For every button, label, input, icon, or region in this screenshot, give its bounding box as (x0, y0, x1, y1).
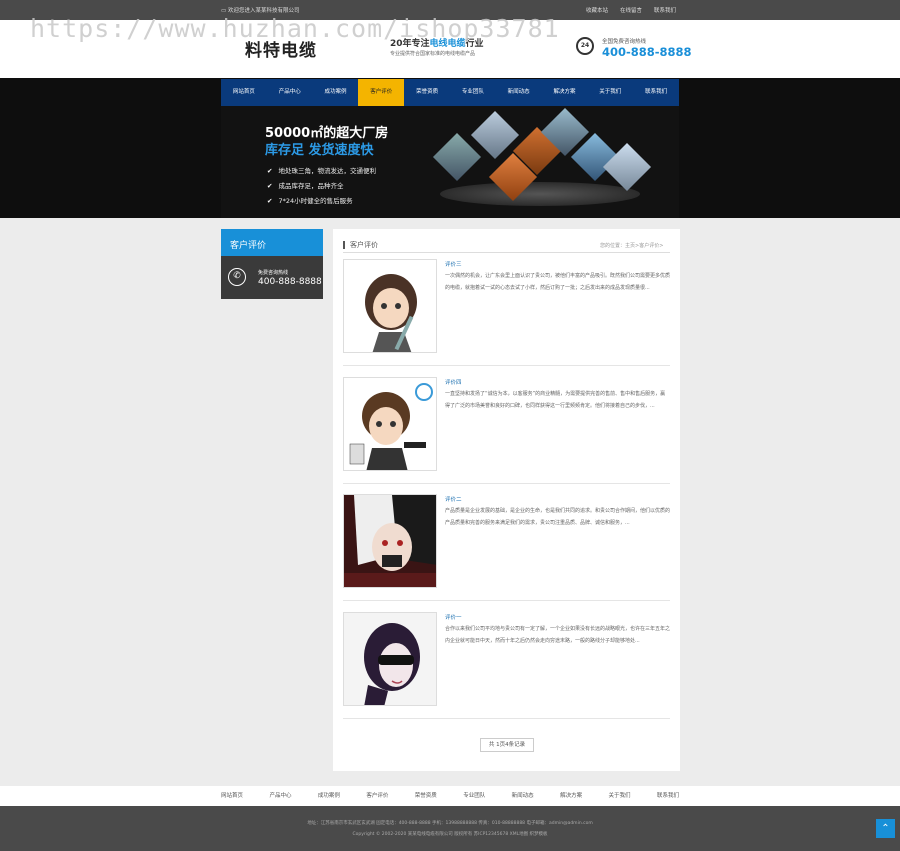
review-image[interactable] (343, 612, 437, 706)
footer-copyright: Copyright © 2002-2020 某某电线电缆有限公司 版权所有 苏I… (352, 832, 548, 837)
banner-platform (440, 182, 640, 206)
divider (343, 600, 670, 601)
review-excerpt: 合作以来我们公司平均地与贵公司有一定了解，一个企业如果没有长远的战略眼光，也许在… (445, 626, 671, 644)
banner-subtitle: 库存足 发货速度快 (265, 143, 374, 158)
nav-item-solutions[interactable]: 解决方案 (542, 79, 588, 106)
footer-link[interactable]: 网站首页 (221, 786, 243, 806)
hotline-label: 全国免费咨询热线 (602, 39, 647, 45)
main-nav: 网站首页 产品中心 成功案例 客户评价 荣誉资质 专业团队 新闻动态 解决方案 … (221, 79, 679, 106)
nav-item-home[interactable]: 网站首页 (221, 79, 267, 106)
nav-item-about[interactable]: 关于我们 (587, 79, 633, 106)
sidebar-hotline-label: 免费咨询热线 (258, 270, 289, 276)
arrow-up-icon[interactable]: ⌃ (876, 819, 895, 838)
footer-link[interactable]: 成功案例 (318, 786, 340, 806)
check-icon: ✔ (267, 197, 273, 205)
phone-icon: ✆ (228, 268, 246, 286)
nav-item-news[interactable]: 新闻动态 (496, 79, 542, 106)
footer-link[interactable]: 关于我们 (609, 786, 631, 806)
footer (0, 806, 900, 851)
phone-24h-icon: 24 (576, 37, 594, 55)
nav-item-cases[interactable]: 成功案例 (313, 79, 359, 106)
breadcrumb: 您的位置：主页>客户评价> (600, 243, 664, 249)
review-excerpt: 一次偶然的机会，让广东会里上面认识了贵公司，被他们丰富的产品吸引。既然我们公司需… (445, 273, 671, 291)
footer-address: 地址：江苏省南京市玄武区玄武湖 固定电话：400-888-8888 手机：139… (307, 821, 593, 826)
review-title[interactable]: 评价一 (445, 613, 462, 621)
nav-item-reviews[interactable]: 客户评价 (358, 79, 405, 106)
footer-nav: 网站首页 产品中心 成功案例 客户评价 荣誉资质 专业团队 新闻动态 解决方案 … (221, 786, 679, 806)
review-image[interactable] (343, 377, 437, 471)
top-links: 收藏本站 在线留言 联系我们 (586, 6, 676, 14)
sidebar-title: 客户评价 (221, 229, 323, 256)
divider (343, 718, 670, 719)
check-icon: ✔ (267, 182, 273, 190)
footer-link[interactable]: 新闻动态 (512, 786, 534, 806)
bookmark-link[interactable]: 收藏本站 (586, 6, 608, 14)
check-icon: ✔ (267, 167, 273, 175)
contact-link[interactable]: 联系我们 (654, 6, 676, 14)
review-title[interactable]: 评价四 (445, 378, 462, 386)
divider (343, 365, 670, 366)
review-image[interactable] (343, 494, 437, 588)
watermark: https://www.huzhan.com/ishop33781 (30, 14, 560, 43)
footer-link[interactable]: 专业团队 (463, 786, 485, 806)
nav-item-contact[interactable]: 联系我们 (633, 79, 679, 106)
banner-feature: ✔ 7*24小时健全的售后服务 (267, 197, 353, 205)
hotline-number: 400-888-8888 (602, 45, 692, 59)
nav-item-products[interactable]: 产品中心 (267, 79, 313, 106)
footer-link[interactable]: 客户评价 (366, 786, 388, 806)
banner-feature: ✔ 成品库存足，品种齐全 (267, 182, 344, 190)
pagination-info: 共 1页4条记录 (480, 738, 534, 752)
review-title[interactable]: 评价三 (445, 260, 462, 268)
footer-link[interactable]: 联系我们 (657, 786, 679, 806)
review-excerpt: 产品质量是企业发展的基础，是企业的生命，也是我们共同的追求。和贵公司合作期间，他… (445, 508, 671, 526)
divider (343, 252, 670, 253)
sidebar-hotline-number: 400-888-8888 (258, 277, 322, 287)
slogan-sub: 专业提供符合国家标准的电线电缆产品 (390, 51, 476, 57)
section-title: 客户评价 (343, 241, 378, 249)
footer-link[interactable]: 荣誉资质 (415, 786, 437, 806)
review-image[interactable] (343, 259, 437, 353)
welcome-text: ▭ 欢迎您进入某某科技有限公司 (221, 8, 300, 14)
nav-item-honors[interactable]: 荣誉资质 (404, 79, 450, 106)
review-excerpt: 一直坚持和发扬了“诚信为本，以客服务”的商业精髓，为需要提供完善的售前、售中和售… (445, 391, 666, 409)
message-link[interactable]: 在线留言 (620, 6, 642, 14)
review-title[interactable]: 评价二 (445, 495, 462, 503)
divider (343, 483, 670, 484)
footer-link[interactable]: 解决方案 (560, 786, 582, 806)
footer-link[interactable]: 产品中心 (269, 786, 291, 806)
nav-item-team[interactable]: 专业团队 (450, 79, 496, 106)
banner-feature: ✔ 地处珠三角，物流发达，交通便利 (267, 167, 376, 175)
